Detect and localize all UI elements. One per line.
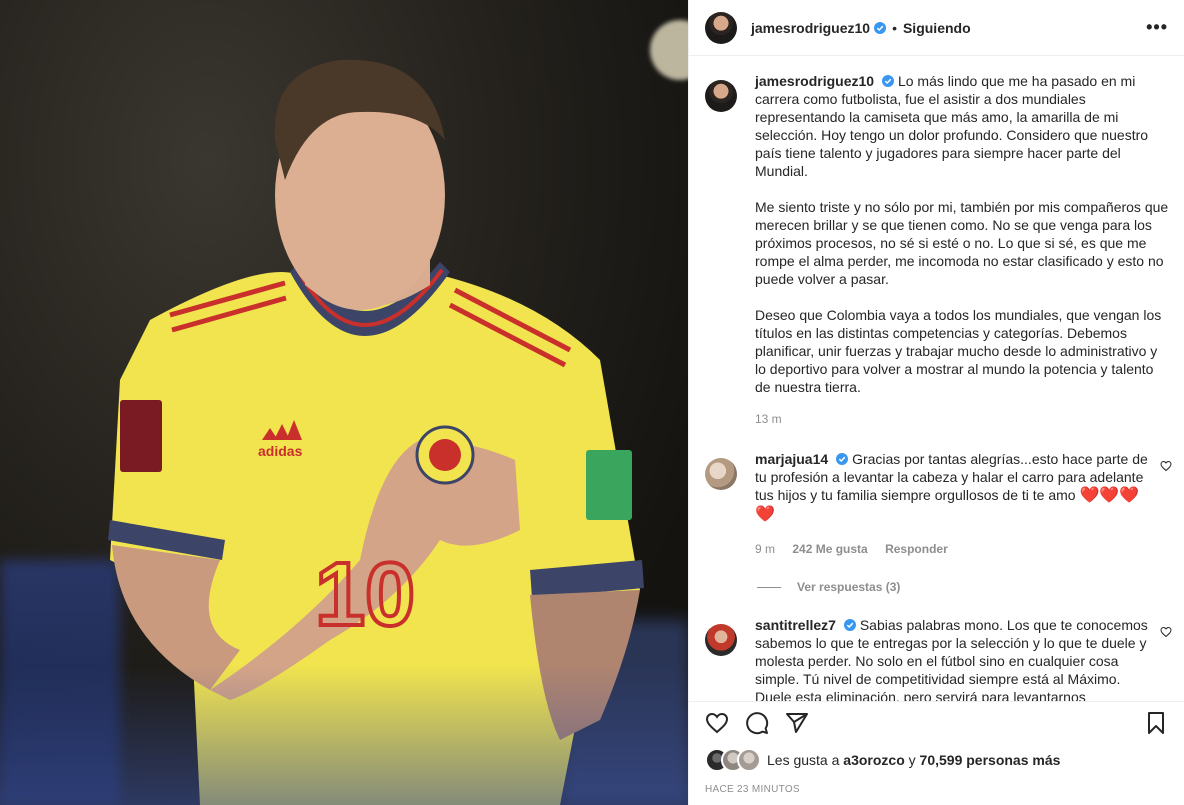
comment-text-block: santitrellez7 Sabias palabras mono. Los … <box>755 616 1150 701</box>
comment-avatar[interactable] <box>705 624 737 656</box>
replies-divider <box>757 586 781 588</box>
verified-badge-icon <box>843 619 856 631</box>
likes-middle: y <box>908 752 916 768</box>
caption-body: jamesrodriguez10 Lo más lindo que me ha … <box>755 72 1172 428</box>
post-header: jamesrodriguez10 • Siguiendo ••• <box>689 0 1184 56</box>
caption-paragraph-3: Deseo que Colombia vaya a todos los mund… <box>755 307 1162 395</box>
comment-like-heart-icon[interactable] <box>1160 460 1172 472</box>
comment-username[interactable]: marjajua14 <box>755 451 828 467</box>
caption-username[interactable]: jamesrodriguez10 <box>755 73 874 89</box>
caption-avatar[interactable] <box>705 80 737 112</box>
comment-body: santitrellez7 Sabias palabras mono. Los … <box>755 616 1150 701</box>
likes-count-link[interactable]: 70,599 personas más <box>920 752 1061 768</box>
comment-icon[interactable] <box>745 711 769 735</box>
post-photo[interactable]: adidas 10 <box>0 0 688 805</box>
view-replies-button[interactable]: Ver respuestas (3) <box>757 580 1172 594</box>
caption-meta: 13 m <box>755 410 1172 428</box>
comment-item: santitrellez7 Sabias palabras mono. Los … <box>705 616 1172 701</box>
author-username[interactable]: jamesrodriguez10 <box>751 20 870 36</box>
likes-summary: Les gusta a a3orozco y 70,599 personas m… <box>689 744 1184 772</box>
bookmark-icon[interactable] <box>1144 711 1168 735</box>
comment-like-count[interactable]: 242 Me gusta <box>792 542 867 556</box>
send-icon[interactable] <box>785 711 809 735</box>
comment-body: marjajua14 Gracias por tantas alegrías..… <box>755 450 1150 558</box>
photo-field-glow <box>0 665 688 805</box>
comment-text-block: marjajua14 Gracias por tantas alegrías..… <box>755 450 1150 524</box>
wc-qualifier-badge <box>120 400 162 472</box>
post-timestamp[interactable]: HACE 23 MINUTOS <box>689 772 1184 805</box>
action-bar <box>689 701 1184 744</box>
caption-paragraph-1: jamesrodriguez10 Lo más lindo que me ha … <box>755 72 1172 180</box>
post-sidebar: jamesrodriguez10 • Siguiendo ••• jamesro… <box>688 0 1184 805</box>
author-avatar[interactable] <box>705 11 737 44</box>
comment-like-heart-icon[interactable] <box>1160 626 1172 638</box>
liker-avatars <box>705 748 761 772</box>
more-options-icon[interactable]: ••• <box>1146 17 1168 38</box>
view-replies-label[interactable]: Ver respuestas (3) <box>797 580 900 594</box>
comment-item: marjajua14 Gracias por tantas alegrías..… <box>705 450 1172 558</box>
caption-entry: jamesrodriguez10 Lo más lindo que me ha … <box>705 72 1172 428</box>
follow-status-button[interactable]: Siguiendo <box>903 20 971 36</box>
comment-meta: 9 m 242 Me gusta Responder <box>755 540 1150 558</box>
verified-badge-icon <box>836 453 849 465</box>
verified-badge-icon <box>874 21 887 34</box>
svg-text:adidas: adidas <box>258 443 303 459</box>
header-separator: • <box>892 19 897 36</box>
comment-avatar[interactable] <box>705 458 737 490</box>
liker-avatar[interactable] <box>737 748 761 772</box>
caption-paragraph-2: Me siento triste y no sólo por mi, tambi… <box>755 199 1169 287</box>
likes-user-link[interactable]: a3orozco <box>843 752 904 768</box>
svg-text:10: 10 <box>315 545 415 645</box>
post-container: adidas 10 jamesrodriguez10 • Siguiendo •… <box>0 0 1184 805</box>
caption-time[interactable]: 13 m <box>755 412 782 426</box>
verified-badge-icon <box>882 75 895 87</box>
comment-time[interactable]: 9 m <box>755 542 775 556</box>
comments-section: jamesrodriguez10 Lo más lindo que me ha … <box>689 56 1184 701</box>
comment-username[interactable]: santitrellez7 <box>755 617 836 633</box>
likes-prefix: Les gusta a <box>767 752 840 768</box>
heart-icon[interactable] <box>705 711 729 735</box>
comment-reply-button[interactable]: Responder <box>885 542 948 556</box>
